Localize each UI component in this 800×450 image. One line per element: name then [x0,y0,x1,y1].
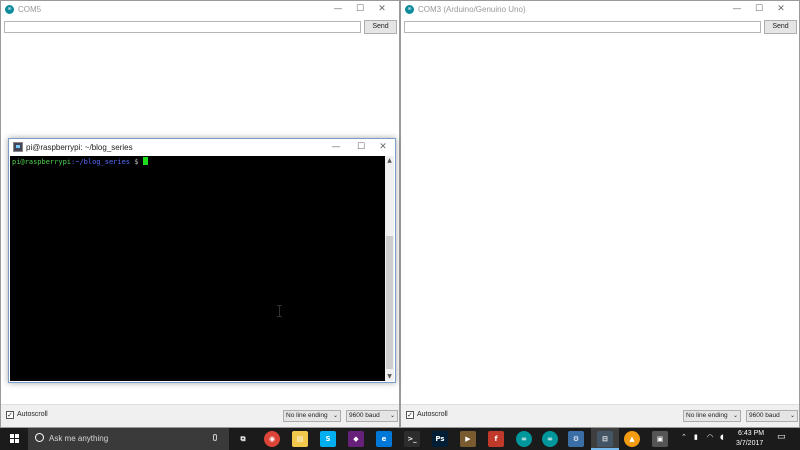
edge-icon[interactable]: e [376,431,392,447]
baud-rate-select[interactable]: 9600 baud ⌄ [346,410,398,422]
chevron-down-icon: ⌄ [332,412,338,419]
action-center-icon[interactable]: ▭ [777,432,786,442]
arduino-icon[interactable]: ∞ [542,431,558,447]
putty-terminal-window: pi@raspberrypi: ~/blog_series — ☐ ✕ pi@r… [8,138,396,383]
terminal-icon[interactable]: >_ [404,431,420,447]
skype-icon[interactable]: S [320,431,336,447]
close-button[interactable]: ✕ [371,1,393,18]
line-ending-select[interactable]: No line ending ⌄ [683,410,741,422]
arduino-icon: ∞ [405,5,414,14]
scrollbar[interactable]: ▲ ▼ [385,156,394,381]
line-ending-value: No line ending [286,412,328,419]
line-ending-select[interactable]: No line ending ⌄ [283,410,341,422]
ibeam-cursor-icon [277,305,282,317]
clock-date[interactable]: 3/7/2017 [736,440,763,447]
network-icon[interactable]: ▮ [694,433,698,441]
scroll-down-icon[interactable]: ▼ [385,373,394,380]
putty-icon [13,142,23,152]
footer-bar: ✓ Autoscroll No line ending ⌄ 9600 baud … [1,404,399,427]
chevron-down-icon: ⌄ [789,412,795,419]
baud-rate-select[interactable]: 9600 baud ⌄ [746,410,798,422]
prompt-symbol: $ [130,158,143,166]
window-title: COM5 [18,5,42,14]
maximize-button[interactable]: ☐ [350,139,372,156]
serial-output[interactable] [401,37,799,405]
clock-time[interactable]: 6:43 PM [738,430,764,437]
send-input[interactable] [404,21,761,33]
titlebar[interactable]: pi@raspberrypi: ~/blog_series — ☐ ✕ [9,139,395,156]
visual-studio-icon[interactable]: ◆ [348,431,364,447]
minimize-button[interactable]: — [325,139,347,156]
prompt-line: pi@raspberrypi:~/blog_series $ [12,157,148,167]
prompt-user: pi@raspberrypi [12,158,72,166]
autoscroll-label: Autoscroll [417,411,448,418]
prompt-path: :~/blog_series [71,158,131,166]
minimize-button[interactable]: — [327,1,349,18]
window-title: COM3 (Arduino/Genuino Uno) [418,5,526,14]
close-button[interactable]: ✕ [372,139,394,156]
text-cursor [142,157,148,165]
vlc-icon[interactable]: ▲ [624,431,640,447]
line-ending-value: No line ending [686,412,728,419]
media-player-icon[interactable]: ▶ [460,431,476,447]
minimize-button[interactable]: — [726,1,748,18]
fritzing-icon[interactable]: f [488,431,504,447]
microphone-icon[interactable] [213,434,217,441]
terminal-output[interactable]: pi@raspberrypi:~/blog_series $ [10,156,386,381]
baud-rate-value: 9600 baud [349,412,380,419]
video-icon[interactable]: ▣ [652,431,668,447]
autoscroll-checkbox[interactable]: ✓ [6,411,14,419]
maximize-button[interactable]: ☐ [748,1,770,18]
send-button[interactable]: Send [764,20,797,34]
footer-bar: ✓ Autoscroll No line ending ⌄ 9600 baud … [401,404,799,427]
wifi-icon[interactable]: ◠ [707,433,713,441]
titlebar[interactable]: ∞ COM3 (Arduino/Genuino Uno) — ☐ ✕ [401,1,799,18]
autoscroll-label: Autoscroll [17,411,48,418]
maximize-button[interactable]: ☐ [349,1,371,18]
task-view-icon[interactable]: ⧉ [235,431,251,447]
chevron-down-icon: ⌄ [732,412,738,419]
autoscroll-checkbox[interactable]: ✓ [406,411,414,419]
chrome-icon[interactable]: ◉ [264,431,280,447]
window-title: pi@raspberrypi: ~/blog_series [26,143,133,152]
putty-icon[interactable]: ⊟ [597,431,613,447]
titlebar[interactable]: ∞ COM5 — ☐ ✕ [1,1,399,18]
send-input[interactable] [4,21,361,33]
chevron-down-icon: ⌄ [389,412,395,419]
baud-rate-value: 9600 baud [749,412,780,419]
cortana-search-box[interactable]: Ask me anything [28,428,229,450]
taskbar: Ask me anything ⧉ ◉ ▤ S ◆ e >_ Ps ▶ f ∞ ∞ ⚙ ⊟ ▲ ▣ ⌃ ▮ ◠… [0,428,800,450]
file-explorer-icon[interactable]: ▤ [292,431,308,447]
windows-logo-icon [10,434,20,444]
arduino-icon: ∞ [5,5,14,14]
arduino-icon[interactable]: ∞ [516,431,532,447]
volume-icon[interactable]: ◖ [720,433,724,441]
scroll-up-icon[interactable]: ▲ [385,157,394,164]
scrollbar-thumb[interactable] [386,236,393,369]
cortana-icon [35,433,44,442]
start-button[interactable] [0,428,28,450]
tray-chevron-icon[interactable]: ⌃ [681,433,687,441]
close-button[interactable]: ✕ [770,1,792,18]
photoshop-icon[interactable]: Ps [432,431,448,447]
serial-monitor-com3-window: ∞ COM3 (Arduino/Genuino Uno) — ☐ ✕ Send … [400,0,800,428]
device-manager-icon[interactable]: ⚙ [568,431,584,447]
send-button[interactable]: Send [364,20,397,34]
search-placeholder: Ask me anything [49,434,109,443]
